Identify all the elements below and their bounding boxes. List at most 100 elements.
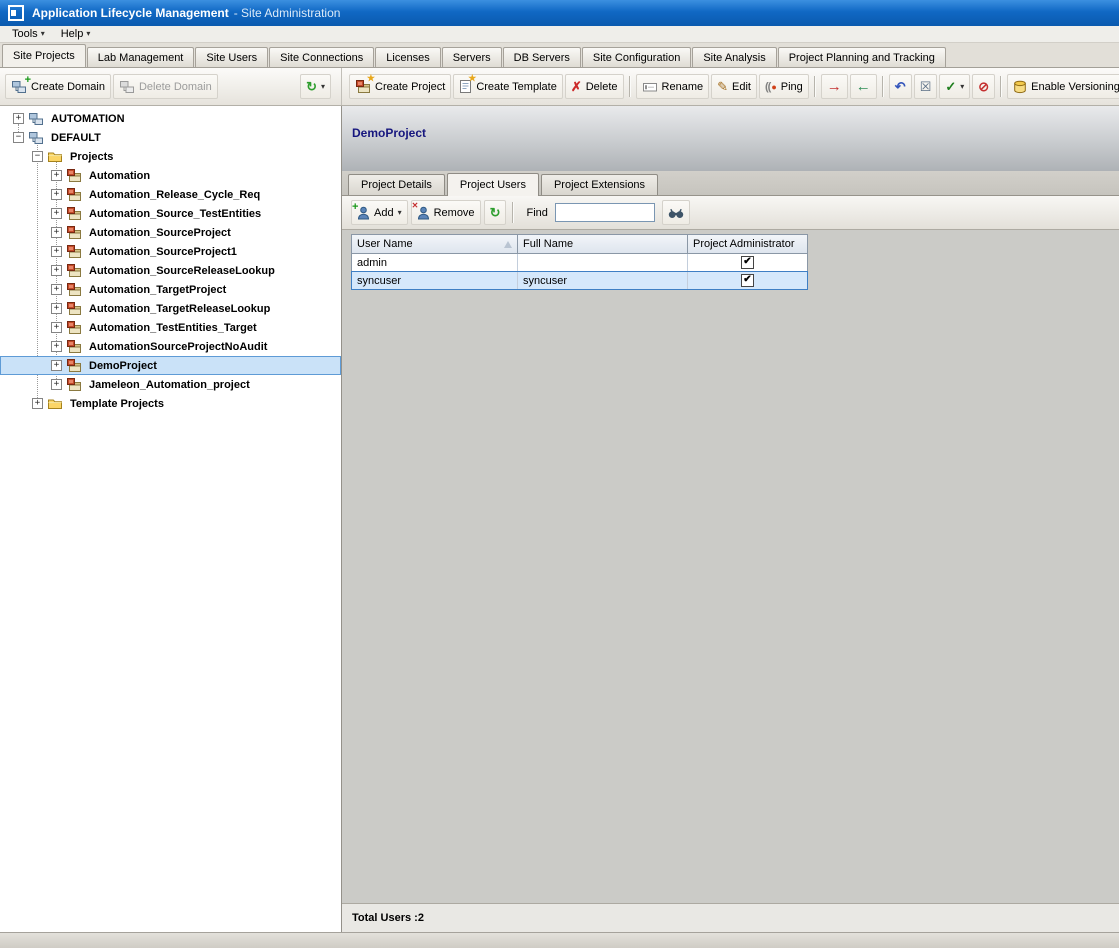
rename-project-button[interactable]: Rename xyxy=(636,74,710,99)
collapse-minus-icon[interactable]: − xyxy=(32,151,43,162)
delete-domain-button[interactable]: Delete Domain xyxy=(113,74,218,99)
expand-plus-icon[interactable]: + xyxy=(51,303,62,314)
tab-site-users[interactable]: Site Users xyxy=(195,47,268,67)
remove-user-button[interactable]: ✕ Remove xyxy=(411,200,481,225)
tree-item-project[interactable]: + Automation_SourceReleaseLookup xyxy=(0,261,341,280)
ping-project-button[interactable]: ((● Ping xyxy=(759,74,809,99)
column-header-project-administrator[interactable]: Project Administrator xyxy=(688,235,807,253)
tree-item-domain-default[interactable]: − DEFAULT xyxy=(0,128,341,147)
tab-site-configuration[interactable]: Site Configuration xyxy=(582,47,691,67)
tab-licenses[interactable]: Licenses xyxy=(375,47,440,67)
tree-item-project[interactable]: + Automation_TargetReleaseLookup xyxy=(0,299,341,318)
project-icon xyxy=(66,358,82,373)
delete-domain-label: Delete Domain xyxy=(139,81,212,93)
expand-plus-icon[interactable]: + xyxy=(13,113,24,124)
tab-db-servers[interactable]: DB Servers xyxy=(503,47,581,67)
collapse-minus-icon[interactable]: − xyxy=(13,132,24,143)
expand-plus-icon[interactable]: + xyxy=(51,322,62,333)
toolbar-separator xyxy=(882,76,884,97)
check-icon: ✔ xyxy=(743,275,751,285)
column-label: Full Name xyxy=(523,238,573,250)
tab-lab-management[interactable]: Lab Management xyxy=(87,47,195,67)
maintenance-menu-button[interactable]: ✓ ▾ xyxy=(939,74,970,99)
menu-tools[interactable]: Tools▾ xyxy=(4,26,53,42)
create-template-button[interactable]: ★ Create Template xyxy=(453,74,563,99)
checklist-icon: ✓ xyxy=(945,80,956,94)
menu-bar: Tools▾ Help▾ xyxy=(0,26,1119,43)
find-button[interactable] xyxy=(662,200,690,225)
refresh-icon: ↻ xyxy=(306,80,317,94)
tab-site-projects[interactable]: Site Projects xyxy=(2,44,86,67)
remove-badge-icon: ✕ xyxy=(412,201,419,210)
delete-domain-icon xyxy=(119,80,135,94)
tab-site-analysis[interactable]: Site Analysis xyxy=(692,47,776,67)
deactivate-project-button[interactable]: ⊘ xyxy=(972,74,995,99)
users-status-bar: Total Users :2 xyxy=(342,903,1119,932)
tree-item-project[interactable]: + Automation_SourceProject1 xyxy=(0,242,341,261)
tree-item-label: Automation_TargetReleaseLookup xyxy=(86,302,273,316)
tab-servers[interactable]: Servers xyxy=(442,47,502,67)
menu-help[interactable]: Help▾ xyxy=(53,26,99,42)
tree-item-label: Template Projects xyxy=(67,397,167,411)
cell-user-name: syncuser xyxy=(352,272,518,289)
tree-item-project[interactable]: + Automation_SourceProject xyxy=(0,223,341,242)
project-admin-checkbox[interactable]: ✔ xyxy=(741,274,754,287)
column-header-user-name[interactable]: User Name xyxy=(352,235,518,253)
tree-item-project[interactable]: + AutomationSourceProjectNoAudit xyxy=(0,337,341,356)
expand-plus-icon[interactable]: + xyxy=(51,341,62,352)
refresh-users-button[interactable]: ↻ xyxy=(484,200,507,225)
expand-plus-icon[interactable]: + xyxy=(51,284,62,295)
tree-item-domain-automation[interactable]: + AUTOMATION xyxy=(0,109,341,128)
table-row-syncuser-selected[interactable]: syncuser syncuser ✔ xyxy=(351,271,808,290)
add-user-button[interactable]: + Add ▾ xyxy=(351,200,408,225)
tree-item-project[interactable]: + Automation_TargetProject xyxy=(0,280,341,299)
tab-project-extensions[interactable]: Project Extensions xyxy=(541,174,658,195)
tree-item-label: Automation_Release_Cycle_Req xyxy=(86,188,263,202)
project-icon xyxy=(66,263,82,278)
alm-site-administration-window: Application Lifecycle Management - Site … xyxy=(0,0,1119,948)
create-domain-button[interactable]: + Create Domain xyxy=(5,74,111,99)
tree-item-label: Projects xyxy=(67,150,116,164)
refresh-domains-button[interactable]: ↻ ▾ xyxy=(300,74,331,99)
tree-item-project[interactable]: + Automation xyxy=(0,166,341,185)
projects-tree-panel: + AUTOMATION − DEFAULT − Projects + Auto… xyxy=(0,106,342,932)
expand-plus-icon[interactable]: + xyxy=(51,265,62,276)
tab-project-users[interactable]: Project Users xyxy=(447,173,539,196)
find-input[interactable] xyxy=(555,203,655,222)
remove-project-button[interactable]: → xyxy=(821,74,848,99)
tree-item-projects-folder[interactable]: − Projects xyxy=(0,147,341,166)
edit-project-button[interactable]: ✎ Edit xyxy=(711,74,757,99)
column-header-full-name[interactable]: Full Name xyxy=(518,235,688,253)
tab-site-connections[interactable]: Site Connections xyxy=(269,47,374,67)
tab-project-planning-and-tracking[interactable]: Project Planning and Tracking xyxy=(778,47,946,67)
enable-versioning-button[interactable]: Enable Versioning xyxy=(1007,74,1119,99)
expand-plus-icon[interactable]: + xyxy=(51,379,62,390)
restore-project-button[interactable]: ← xyxy=(850,74,877,99)
undo-button[interactable]: ↶ xyxy=(889,74,912,99)
tree-item-project[interactable]: + Automation_TestEntities_Target xyxy=(0,318,341,337)
expand-plus-icon[interactable]: + xyxy=(51,189,62,200)
expand-plus-icon[interactable]: + xyxy=(51,360,62,371)
clear-flag-button[interactable]: ☒ xyxy=(914,74,938,99)
tree-item-template-projects-folder[interactable]: + Template Projects xyxy=(0,394,341,413)
expand-plus-icon[interactable]: + xyxy=(51,208,62,219)
delete-label: Delete xyxy=(586,81,618,93)
cell-text: admin xyxy=(357,257,387,269)
cell-user-name: admin xyxy=(352,254,518,271)
expand-plus-icon[interactable]: + xyxy=(51,227,62,238)
delete-project-button[interactable]: ✗ Delete xyxy=(565,74,624,99)
tree-item-project-selected[interactable]: + DemoProject xyxy=(0,356,341,375)
expand-plus-icon[interactable]: + xyxy=(51,170,62,181)
toolbar-separator xyxy=(629,76,631,97)
tab-project-details[interactable]: Project Details xyxy=(348,174,445,195)
expand-plus-icon[interactable]: + xyxy=(51,246,62,257)
table-row-admin[interactable]: admin ✔ xyxy=(351,254,808,272)
project-admin-checkbox[interactable]: ✔ xyxy=(741,256,754,269)
tree-item-project[interactable]: + Automation_Release_Cycle_Req xyxy=(0,185,341,204)
tree-item-project[interactable]: + Automation_Source_TestEntities xyxy=(0,204,341,223)
tree-item-label: DEFAULT xyxy=(48,131,104,145)
title-bar: Application Lifecycle Management - Site … xyxy=(0,0,1119,26)
create-project-button[interactable]: ★ Create Project xyxy=(349,74,451,99)
tree-item-project[interactable]: + Jameleon_Automation_project xyxy=(0,375,341,394)
expand-plus-icon[interactable]: + xyxy=(32,398,43,409)
